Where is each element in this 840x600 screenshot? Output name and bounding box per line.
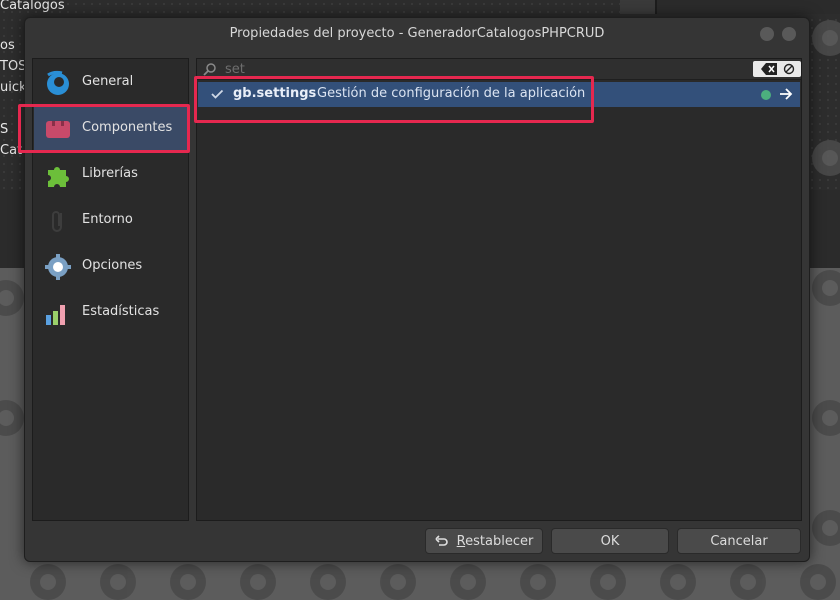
- minimize-button[interactable]: [760, 27, 774, 41]
- reset-button-label: Restablecer: [456, 533, 534, 549]
- sidebar-item-estadisticas[interactable]: Estadísticas: [34, 291, 187, 335]
- component-description: Gestión de configuración de la aplicació…: [317, 86, 586, 101]
- sidebar-item-label: Componentes: [82, 120, 173, 135]
- background-text: S: [0, 122, 9, 137]
- search-input[interactable]: [225, 60, 745, 78]
- watermark-logo-icon: [730, 564, 766, 600]
- watermark-logo-icon: [812, 400, 840, 436]
- close-button[interactable]: [782, 27, 796, 41]
- status-dot: [761, 90, 771, 100]
- watermark-logo-icon: [0, 280, 24, 316]
- sidebar-item-label: Entorno: [82, 212, 133, 227]
- watermark-logo-icon: [30, 564, 66, 600]
- undo-icon: [435, 535, 448, 546]
- gear-icon: [45, 254, 71, 280]
- watermark-logo-icon: [660, 564, 696, 600]
- watermark-logo-icon: [310, 564, 346, 600]
- background-text: os: [0, 38, 15, 53]
- watermark-logo-icon: [812, 140, 840, 176]
- puzzle-icon: [48, 167, 69, 187]
- watermark-logo-icon: [520, 564, 556, 600]
- watermark-logo-icon: [380, 564, 416, 600]
- sidebar-item-general[interactable]: General: [34, 61, 187, 105]
- background-text: Cat: [0, 143, 23, 158]
- sidebar-item-opciones[interactable]: Opciones: [34, 245, 187, 289]
- watermark-logo-icon: [170, 564, 206, 600]
- watermark-logo-icon: [812, 20, 840, 56]
- gambas-logo-icon: [47, 70, 69, 95]
- bar-chart-icon: [46, 305, 65, 325]
- project-properties-dialog: Propiedades del proyecto - GeneradorCata…: [24, 17, 810, 562]
- component-row-gb-settings[interactable]: gb.settings Gestión de configuración de …: [198, 82, 800, 107]
- cancel-button[interactable]: Cancelar: [677, 528, 801, 554]
- search-icon: [203, 63, 216, 76]
- components-panel: gb.settings Gestión de configuración de …: [196, 58, 802, 521]
- watermark-logo-icon: [100, 564, 136, 600]
- arrow-right-icon[interactable]: [778, 86, 794, 102]
- sidebar-item-librerias[interactable]: Librerías: [34, 153, 187, 197]
- sidebar-item-label: Librerías: [82, 166, 138, 181]
- sidebar-item-label: General: [82, 74, 134, 89]
- component-name: gb.settings: [233, 86, 317, 101]
- background-text: Catalogos: [0, 0, 65, 13]
- watermark-logo-icon: [450, 564, 486, 600]
- watermark-logo-icon: [240, 564, 276, 600]
- backspace-clear-icon[interactable]: [761, 63, 777, 75]
- watermark-logo-icon: [0, 400, 24, 436]
- ok-button[interactable]: OK: [551, 528, 669, 554]
- dialog-title: Propiedades del proyecto - GeneradorCata…: [229, 26, 605, 41]
- checkmark-icon[interactable]: [210, 87, 224, 101]
- background-text: TOS: [0, 59, 27, 74]
- sidebar-item-entorno[interactable]: Entorno: [34, 199, 187, 243]
- sidebar: General Componentes Librerías Entorno Op…: [32, 58, 189, 521]
- sidebar-item-componentes[interactable]: Componentes: [34, 107, 187, 151]
- search-actions: [753, 61, 801, 77]
- reset-button[interactable]: Restablecer: [425, 528, 543, 554]
- background-toolbar-right: [655, 0, 840, 14]
- dialog-titlebar[interactable]: Propiedades del proyecto - GeneradorCata…: [25, 18, 809, 50]
- cancel-filter-icon[interactable]: [783, 63, 795, 75]
- components-icon: [46, 121, 70, 138]
- paperclip-icon: [52, 211, 62, 232]
- watermark-logo-icon: [812, 270, 840, 306]
- watermark-logo-icon: [800, 564, 836, 600]
- sidebar-item-label: Estadísticas: [82, 304, 160, 319]
- watermark-logo-icon: [812, 510, 840, 546]
- watermark-logo-icon: [590, 564, 626, 600]
- sidebar-item-label: Opciones: [82, 258, 143, 273]
- search-bar: [197, 59, 801, 80]
